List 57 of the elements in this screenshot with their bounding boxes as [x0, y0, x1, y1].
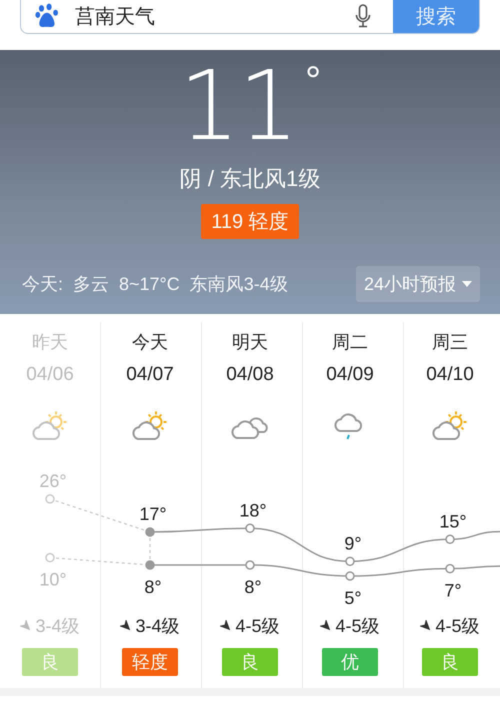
wind-level: 4-5级 — [235, 615, 280, 638]
paw-logo-icon — [35, 3, 61, 29]
date-label: 04/06 — [26, 363, 74, 387]
wind-arrow-icon — [420, 620, 432, 632]
low-temperature: 8° — [244, 577, 262, 597]
today-summary: 今天: 多云 8~17°C 东南风3-4级 — [22, 273, 288, 296]
high-temperature: 18° — [239, 500, 267, 520]
date-label: 04/08 — [226, 363, 274, 387]
temperature-point — [445, 564, 455, 574]
wind-arrow-icon — [220, 620, 232, 632]
low-temperature: 8° — [144, 577, 162, 597]
microphone-icon[interactable] — [355, 4, 371, 28]
temperature-point — [45, 494, 55, 504]
forecast-dropdown[interactable]: 24小时预报 — [356, 266, 480, 302]
high-temperature: 9° — [344, 533, 362, 554]
degree-sign: ° — [305, 58, 322, 105]
temperature-point — [145, 527, 155, 537]
wind-level: 4-5级 — [335, 615, 380, 638]
weather-condition: 阴 / 东北风1级 — [180, 165, 320, 193]
wind-arrow-icon — [120, 620, 132, 632]
wind-arrow-icon — [20, 620, 32, 632]
date-label: 04/09 — [326, 363, 374, 387]
day-label: 周三 — [432, 331, 468, 354]
temperature-point — [245, 524, 255, 534]
low-temperature: 10° — [39, 570, 67, 590]
temperature-point — [245, 560, 255, 570]
temperature-point — [445, 534, 455, 544]
date-label: 04/10 — [426, 363, 474, 387]
day-label: 周二 — [332, 331, 368, 354]
current-temperature: 11 — [178, 56, 298, 156]
wind-level: 3-4级 — [135, 615, 180, 638]
caret-icon — [462, 281, 472, 287]
wind-level: 3-4级 — [35, 615, 80, 638]
search-field[interactable]: 莒南天气 搜索 — [20, 0, 480, 34]
day-label: 今天 — [132, 331, 168, 354]
air-quality-badge: 良 — [22, 648, 78, 676]
search-button[interactable]: 搜索 — [393, 0, 479, 33]
day-label: 明天 — [232, 331, 268, 354]
temperature-point — [345, 556, 355, 566]
wind-arrow-icon — [320, 620, 332, 632]
wind-level: 4-5级 — [435, 615, 480, 638]
high-temperature: 15° — [439, 511, 467, 532]
low-temperature: 5° — [344, 588, 362, 608]
low-temperature: 7° — [444, 580, 462, 601]
temperature-point — [145, 560, 155, 570]
search-text: 莒南天气 — [75, 4, 156, 30]
air-quality-badge: 轻度 — [122, 648, 178, 676]
temperature-point — [45, 552, 55, 562]
aqi-badge: 119 轻度 — [201, 204, 299, 239]
high-temperature: 17° — [139, 504, 167, 524]
date-label: 04/07 — [126, 363, 174, 387]
temperature-point — [345, 571, 355, 581]
air-quality-badge: 良 — [222, 648, 278, 676]
day-label: 昨天 — [32, 331, 68, 354]
air-quality-badge: 良 — [422, 648, 478, 676]
high-temperature: 26° — [39, 470, 67, 491]
air-quality-badge: 优 — [322, 648, 378, 676]
